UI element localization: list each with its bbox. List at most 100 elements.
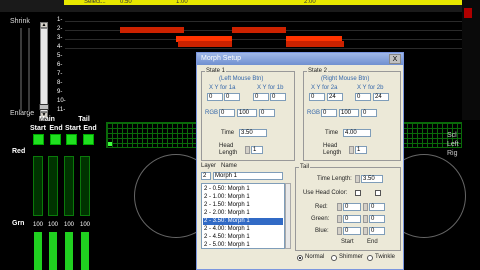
slider-thumb[interactable] [39,104,49,110]
layer-name-label: Name [221,163,238,169]
twinkle-label: Twinkle [375,254,396,260]
twinkle-radio[interactable] [367,255,373,261]
head2-spinner[interactable] [349,146,354,154]
state1-sub: (Left Mouse Btn) [219,76,264,82]
blue-end-spinner[interactable] [363,227,368,235]
row-label: 1- [57,17,63,23]
tail-end-swatch[interactable] [83,134,94,145]
layer-list[interactable]: 2 - 0.50: Morph 1 2 - 1.00: Morph 1 2 - … [201,183,285,249]
green-meter-fill[interactable] [81,232,89,270]
green-start-field[interactable]: 0 [343,215,361,223]
track[interactable] [65,39,462,40]
green-value[interactable]: 100 [64,222,74,229]
right-label: Left [447,141,459,148]
red-start-spinner[interactable] [337,203,342,211]
blue-start-field[interactable]: 0 [343,227,361,235]
rgb2-label: RGB [307,110,321,116]
time2-label: Time [325,130,339,136]
green-end-field[interactable]: 0 [369,215,385,223]
red-meter[interactable] [64,156,74,216]
shrink-label: Shrink [10,18,30,25]
end-header: End [49,125,63,132]
g1-field[interactable]: 100 [237,109,257,117]
red-meter[interactable] [33,156,43,216]
row-label: 4- [57,44,63,50]
track[interactable] [65,48,462,49]
y2b-field[interactable]: 24 [373,93,389,101]
r2-field[interactable]: 0 [321,109,337,117]
xy1b-label: X Y for 1b [257,85,284,91]
red-meter[interactable] [48,156,58,216]
list-scrollbar[interactable] [285,183,291,249]
list-item[interactable]: 2 - 5.00: Morph 1 [203,242,283,249]
b2-field[interactable]: 0 [361,109,377,117]
head1-spinner[interactable] [245,146,250,154]
use-head-color-checkbox[interactable] [355,190,361,196]
list-item-selected[interactable]: 2 - 3.50: Morph 1 [203,218,283,225]
list-item[interactable]: 2 - 4.50: Morph 1 [203,234,283,241]
head2-field[interactable]: 1 [355,146,367,154]
green-meter-fill[interactable] [49,232,57,270]
end-label: End [367,239,378,245]
layer-number-field[interactable]: 2 [201,172,211,180]
tail-start-swatch[interactable] [66,134,77,145]
list-item[interactable]: 2 - 2.00: Morph 1 [203,210,283,217]
morph-setup-dialog[interactable]: Morph Setup X State 1 (Left Mouse Btn) X… [196,52,404,270]
shimmer-radio[interactable] [331,255,337,261]
use-head-color-checkbox-2[interactable] [375,190,381,196]
xy2a-label: X Y for 2a [311,85,338,91]
left-divider [20,28,22,112]
zoom-slider[interactable] [40,28,48,112]
x1a-field[interactable]: 0 [207,93,223,101]
red-end-field[interactable]: 0 [369,203,385,211]
close-button[interactable]: X [389,54,401,64]
use-head-color-label: Use Head Color: [303,190,348,196]
time-length-field[interactable]: 3.50 [361,175,383,183]
normal-radio[interactable] [297,255,303,261]
event-bar[interactable] [120,27,184,33]
x1b-field[interactable]: 0 [253,93,269,101]
y1b-field[interactable]: 0 [270,93,286,101]
list-item[interactable]: 2 - 0.50: Morph 1 [203,186,283,193]
time1-field[interactable]: 3.50 [239,129,267,137]
layer-name-field[interactable]: Morph 1 [213,172,283,180]
red-start-field[interactable]: 0 [343,203,361,211]
list-item[interactable]: 2 - 4.00: Morph 1 [203,226,283,233]
green-end-spinner[interactable] [363,215,368,223]
green-value[interactable]: 100 [33,222,43,229]
green-value[interactable]: 100 [48,222,58,229]
xy2b-label: X Y for 2b [357,85,384,91]
time-length-label: Time Length: [317,176,352,182]
time-length-spinner[interactable] [355,175,360,183]
event-bar[interactable] [286,41,344,47]
green-value[interactable]: 100 [80,222,90,229]
timeline-ruler[interactable]: Select... 0.50 1:00 2:00 [0,0,480,12]
y2a-field[interactable]: 24 [327,93,343,101]
right-panel [462,0,480,120]
x2a-field[interactable]: 0 [309,93,325,101]
green-meter-fill[interactable] [34,232,42,270]
track[interactable] [65,21,462,22]
list-item[interactable]: 2 - 1.50: Morph 1 [203,202,283,209]
row-label: 2- [57,26,63,32]
start-header: Start [30,125,46,132]
head1-field[interactable]: 1 [251,146,263,154]
red-end-spinner[interactable] [363,203,368,211]
list-item[interactable]: 2 - 1.00: Morph 1 [203,194,283,201]
main-end-swatch[interactable] [50,134,61,145]
event-bar[interactable] [232,27,286,33]
time2-field[interactable]: 4.00 [343,129,371,137]
r1-field[interactable]: 0 [219,109,235,117]
blue-end-field[interactable]: 0 [369,227,385,235]
timeline-bar[interactable]: Select... 0.50 1:00 2:00 [64,0,464,5]
b1-field[interactable]: 0 [259,109,275,117]
green-start-spinner[interactable] [337,215,342,223]
y1a-field[interactable]: 0 [224,93,240,101]
main-start-swatch[interactable] [33,134,44,145]
g2-field[interactable]: 100 [339,109,359,117]
green-meter-fill[interactable] [65,232,73,270]
x2b-field[interactable]: 0 [355,93,371,101]
blue-start-spinner[interactable] [337,227,342,235]
event-bar[interactable] [178,41,232,47]
red-meter[interactable] [80,156,90,216]
